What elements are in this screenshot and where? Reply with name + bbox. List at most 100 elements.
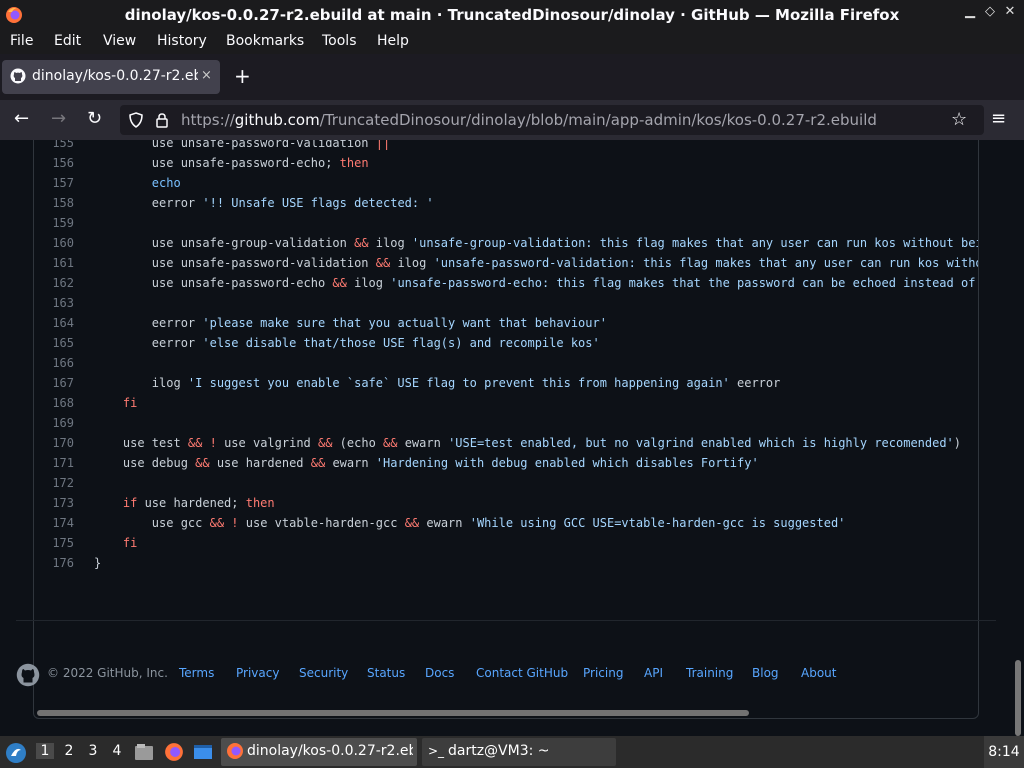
line-number[interactable]: 157 [34,173,74,193]
line-number[interactable]: 174 [34,513,74,533]
reload-button[interactable]: ↻ [87,109,102,129]
back-button[interactable]: ← [14,109,29,129]
lock-icon[interactable] [154,112,170,132]
start-menu-icon[interactable] [5,742,27,768]
line-number[interactable]: 175 [34,533,74,553]
window-titlebar: dinolay/kos-0.0.27-r2.ebuild at main · T… [0,0,1024,30]
taskbar-terminal-task[interactable]: >_ dartz@VM3: ~ [422,738,616,766]
line-code: use unsafe-password-echo && ilog 'unsafe… [94,276,976,290]
app-menu-button[interactable]: ≡ [991,109,1006,129]
code-line: 160 use unsafe-group-validation && ilog … [34,233,979,253]
line-code: use gcc && ! use vtable-harden-gcc && ew… [94,516,846,530]
tab-title: dinolay/kos-0.0.27-r2.ebuild at main · T… [32,68,198,84]
url-path: /TruncatedDinosour/dinolay/blob/main/app… [319,111,877,129]
line-number[interactable]: 158 [34,193,74,213]
line-number[interactable]: 165 [34,333,74,353]
line-number[interactable]: 155 [34,140,74,153]
code-line: 169 [34,413,978,433]
line-number[interactable]: 161 [34,253,74,273]
footer-link-privacy[interactable]: Privacy [236,666,279,680]
file-manager-icon[interactable] [134,742,154,766]
line-number[interactable]: 167 [34,373,74,393]
footer-link-status[interactable]: Status [367,666,405,680]
code-line: 166 [34,353,978,373]
line-code: fi [122,396,138,410]
window-switcher-icon[interactable] [193,742,213,766]
url-text[interactable]: https://github.com/TruncatedDinosour/din… [181,111,877,129]
menu-bookmarks[interactable]: Bookmarks [226,33,304,49]
line-number[interactable]: 172 [34,473,74,493]
code-line: 170 use test && ! use valgrind && (echo … [34,433,978,453]
line-number[interactable]: 164 [34,313,74,333]
terminal-icon: >_ [428,744,445,758]
footer-link-terms[interactable]: Terms [179,666,214,680]
new-tab-button[interactable]: + [234,66,251,86]
code-line: 173 if use hardened; then [34,493,978,513]
line-code: use debug && use hardened && ewarn 'Hard… [94,456,759,470]
code-line: 158 eerror '!! Unsafe USE flags detected… [34,193,978,213]
footer-link-security[interactable]: Security [299,666,348,680]
workspace-2[interactable]: 2 [61,743,77,759]
footer-link-docs[interactable]: Docs [425,666,454,680]
footer-link-api[interactable]: API [644,666,663,680]
code-line: 176} [34,553,978,573]
line-number[interactable]: 170 [34,433,74,453]
line-number[interactable]: 173 [34,493,74,513]
url-bar[interactable]: https://github.com/TruncatedDinosour/din… [120,105,984,135]
line-number[interactable]: 156 [34,153,74,173]
github-logo-icon[interactable] [16,663,40,691]
line-code: fi [122,536,138,550]
line-number[interactable]: 166 [34,353,74,373]
line-code: use unsafe-password-validation && ilog '… [94,256,979,270]
footer-link-pricing[interactable]: Pricing [583,666,623,680]
minimize-icon[interactable]: ▁ [962,4,978,19]
tab-close-icon[interactable]: × [201,68,212,83]
footer-link-about[interactable]: About [801,666,836,680]
bookmark-star-icon[interactable]: ☆ [951,109,967,130]
code-line: 174 use gcc && ! use vtable-harden-gcc &… [34,513,978,533]
taskbar-firefox-task[interactable]: dinolay/kos-0.0.27-r2.ebuild at main · T… [221,738,417,766]
url-scheme: https:// [181,111,235,129]
restore-icon[interactable]: ◇ [982,4,998,19]
close-window-icon[interactable]: ✕ [1002,4,1018,19]
line-number[interactable]: 159 [34,213,74,233]
code-line: 156 use unsafe-password-echo; then [34,153,978,173]
tab-strip: dinolay/kos-0.0.27-r2.ebuild at main · T… [0,54,1024,100]
line-number[interactable]: 176 [34,553,74,573]
line-number[interactable]: 169 [34,413,74,433]
code-line: 164 eerror 'please make sure that you ac… [34,313,978,333]
menu-view[interactable]: View [103,33,136,49]
workspace-1[interactable]: 1 [36,743,54,759]
menu-history[interactable]: History [157,33,207,49]
menu-help[interactable]: Help [377,33,409,49]
forward-button[interactable]: → [51,109,66,129]
vertical-scrollbar[interactable] [1015,660,1021,736]
workspace-3[interactable]: 3 [85,743,101,759]
line-code: use test && ! use valgrind && (echo && e… [94,436,962,450]
line-code: eerror 'else disable that/those USE flag… [94,336,600,350]
code-line: 168 fi [34,393,978,413]
menu-file[interactable]: File [10,33,33,49]
footer-link-training[interactable]: Training [686,666,733,680]
horizontal-scrollbar[interactable] [37,710,749,716]
tracking-shield-icon[interactable] [128,112,144,132]
line-number[interactable]: 163 [34,293,74,313]
code-line: 161 use unsafe-password-validation && il… [34,253,979,273]
firefox-task-label: dinolay/kos-0.0.27-r2.ebuild at main · T… [247,743,413,759]
tab-active[interactable]: dinolay/kos-0.0.27-r2.ebuild at main · T… [2,60,220,94]
line-number[interactable]: 160 [34,233,74,253]
line-number[interactable]: 168 [34,393,74,413]
line-number[interactable]: 162 [34,273,74,293]
firefox-launcher-icon[interactable] [164,742,184,766]
menu-edit[interactable]: Edit [54,33,81,49]
line-code: use unsafe-password-validation || [94,140,391,150]
menu-tools[interactable]: Tools [322,33,357,49]
line-code: use unsafe-group-validation && ilog 'uns… [94,236,979,250]
footer-link-contact[interactable]: Contact GitHub [476,666,568,680]
footer-link-blog[interactable]: Blog [752,666,779,680]
footer-copyright: © 2022 GitHub, Inc. [47,666,168,680]
line-number[interactable]: 171 [34,453,74,473]
workspace-4[interactable]: 4 [109,743,125,759]
line-code: echo [151,176,181,190]
code-line: 165 eerror 'else disable that/those USE … [34,333,978,353]
